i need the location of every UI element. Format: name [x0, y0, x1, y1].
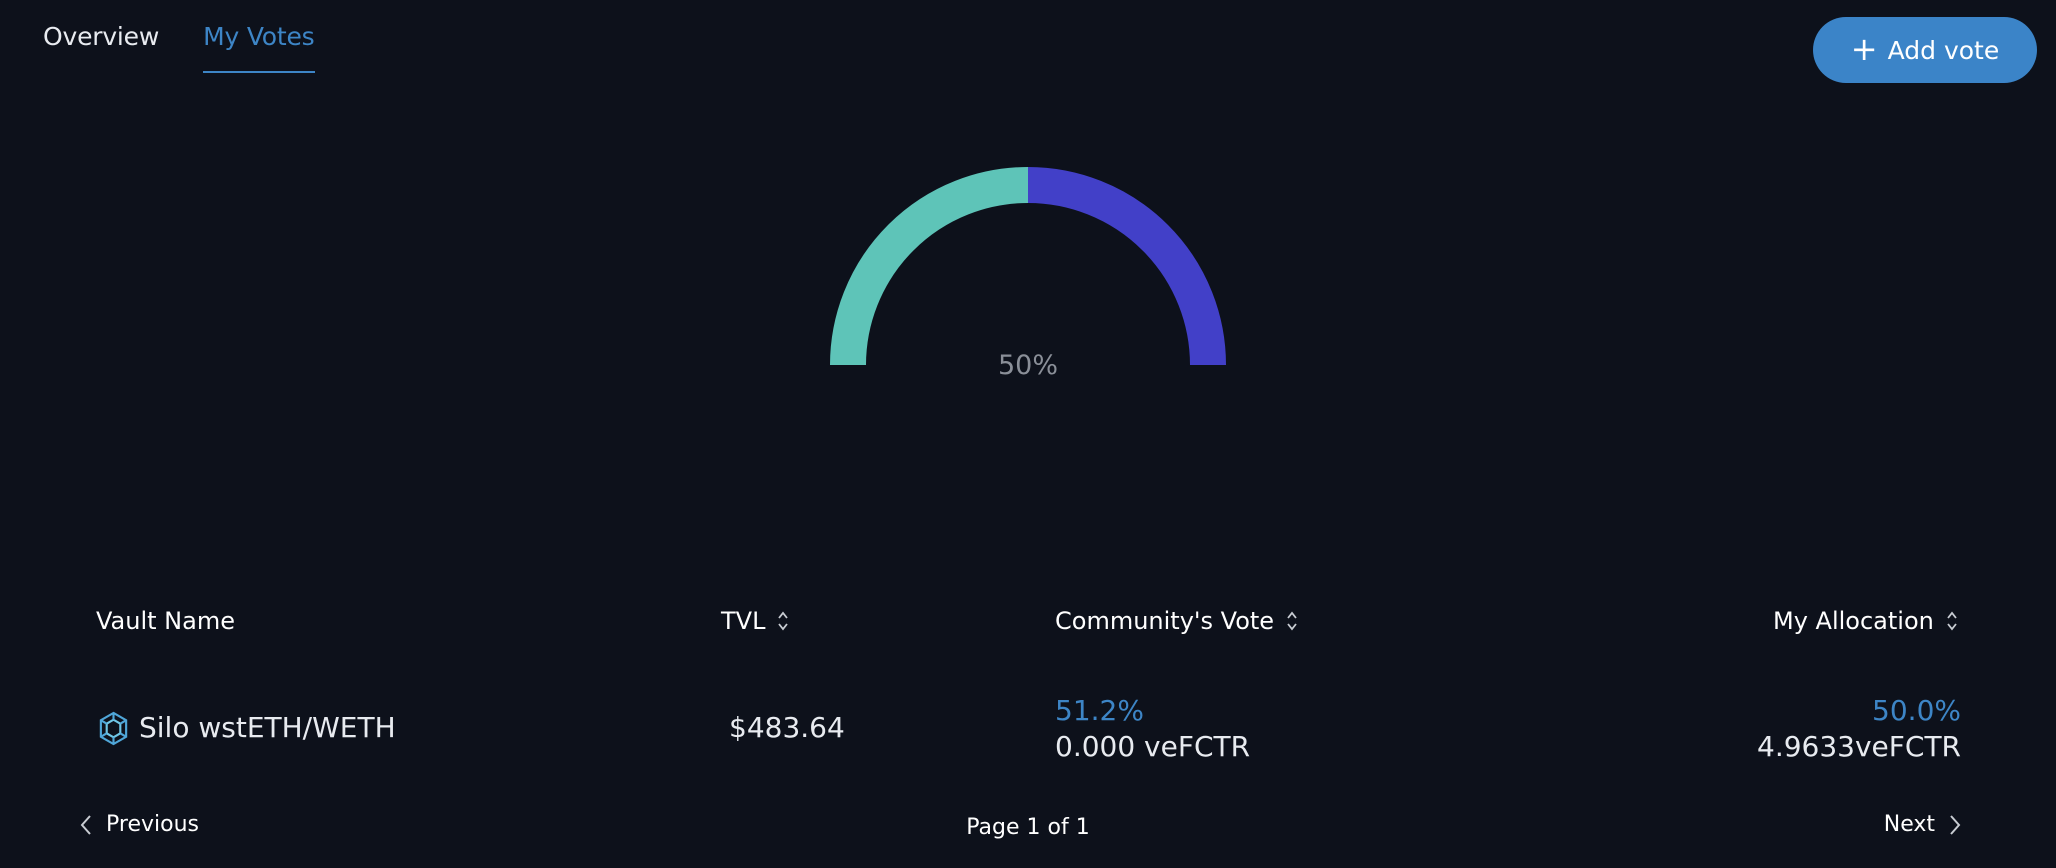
- my-allocation-percent: 50.0%: [1872, 694, 1961, 727]
- page-indicator: Page 1 of 1: [966, 815, 1090, 840]
- column-header-community-vote[interactable]: Community's Vote: [1055, 607, 1298, 635]
- add-vote-button[interactable]: + Add vote: [1813, 17, 2037, 83]
- vault-name: Silo wstETH/WETH: [139, 711, 396, 744]
- allocation-gauge: [830, 167, 1226, 366]
- sort-icon[interactable]: [1286, 610, 1298, 632]
- sort-icon[interactable]: [777, 610, 789, 632]
- chevron-left-icon: [80, 814, 91, 835]
- column-label: Vault Name: [96, 607, 235, 635]
- my-votes-page: Overview My Votes + Add vote 50% Vault N…: [0, 0, 2056, 868]
- tab-bar: Overview My Votes: [43, 22, 315, 73]
- column-header-my-allocation[interactable]: My Allocation: [1773, 607, 1958, 635]
- tab-my-votes[interactable]: My Votes: [203, 22, 315, 73]
- plus-icon: +: [1850, 29, 1878, 68]
- community-vote-percent: 51.2%: [1055, 694, 1144, 727]
- next-button[interactable]: Next: [1884, 812, 1961, 837]
- column-label: TVL: [721, 607, 766, 635]
- my-allocation-amount: 4.9633veFCTR: [1757, 730, 1961, 763]
- sort-icon[interactable]: [1946, 610, 1958, 632]
- column-label: My Allocation: [1773, 607, 1934, 635]
- tab-overview[interactable]: Overview: [43, 22, 159, 73]
- silo-vault-icon: [99, 711, 128, 746]
- add-vote-label: Add vote: [1887, 35, 2000, 65]
- column-label: Community's Vote: [1055, 607, 1275, 635]
- chevron-right-icon: [1950, 814, 1961, 835]
- next-label: Next: [1883, 812, 1935, 837]
- previous-label: Previous: [106, 812, 199, 837]
- community-vote-amount: 0.000 veFCTR: [1055, 730, 1251, 763]
- gauge-segment-silo: [830, 167, 1029, 366]
- previous-button[interactable]: Previous: [80, 812, 199, 837]
- gauge-segment-remaining: [1027, 167, 1226, 366]
- column-header-tvl[interactable]: TVL: [721, 607, 789, 635]
- gauge-center-label: 50%: [997, 350, 1058, 381]
- tvl-value: $483.64: [729, 711, 845, 744]
- column-header-vault-name: Vault Name: [96, 607, 235, 635]
